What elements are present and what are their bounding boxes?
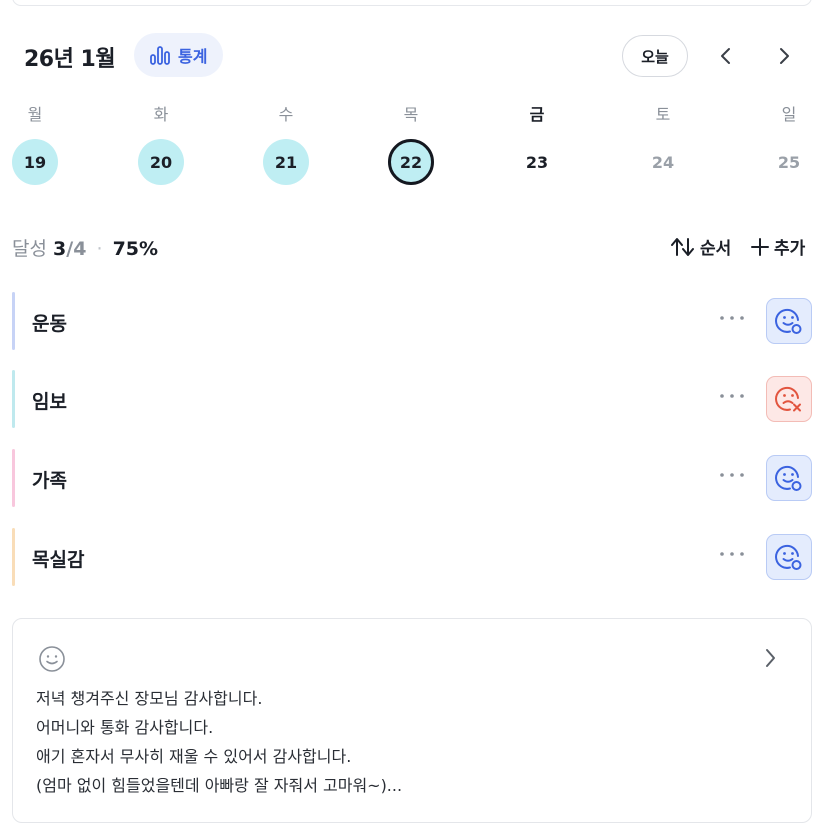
day-cell[interactable]: 24 (640, 139, 686, 185)
smile-check-icon (775, 544, 802, 570)
weekday-label: 화 (153, 105, 169, 124)
journal-line: (엄마 없이 힘들었을텐데 아빠랑 잘 자줘서 고마워~)... (36, 776, 403, 795)
day-cell-today[interactable]: 23 (514, 139, 560, 185)
habit-color-bar (12, 449, 15, 507)
achievement-summary: 달성 3/4 · 75% (12, 234, 158, 261)
gratitude-journal-card[interactable]: 저녁 챙겨주신 장모님 감사합니다. 어머니와 통화 감사합니다. 애기 혼자서… (12, 618, 812, 823)
habit-name: 목실감 (32, 549, 85, 571)
journal-line: 저녁 챙겨주신 장모님 감사합니다. (36, 689, 263, 708)
summary-percent: 75% (112, 238, 159, 260)
reorder-button[interactable]: 순서 (670, 234, 731, 259)
prev-week-button[interactable] (712, 42, 740, 70)
reorder-label: 순서 (700, 239, 732, 259)
day-cell[interactable]: 21 (263, 139, 309, 185)
chevron-right-icon (780, 48, 789, 64)
mood-smile-icon (37, 644, 67, 678)
today-button[interactable]: 오늘 (622, 35, 688, 77)
more-dots-icon (720, 394, 744, 398)
day-cell[interactable]: 25 (766, 139, 812, 185)
habit-more-button[interactable] (718, 304, 746, 332)
habit-name: 임보 (32, 391, 67, 413)
journal-text: 저녁 챙겨주신 장모님 감사합니다. 어머니와 통화 감사합니다. 애기 혼자서… (36, 684, 402, 800)
summary-prefix: 달성 (12, 238, 47, 260)
habit-color-bar (12, 370, 15, 428)
weekday-label: 일 (781, 105, 797, 124)
more-dots-icon (720, 316, 744, 320)
day-cell[interactable]: 20 (138, 139, 184, 185)
habit-status-button[interactable] (766, 298, 812, 344)
add-label: 추가 (774, 239, 806, 259)
day-cell[interactable]: 19 (12, 139, 58, 185)
journal-line: 어머니와 통화 감사합니다. (36, 718, 214, 737)
weekday-label: 목 (403, 105, 419, 124)
calendar-header: 26년 1월 통계 오늘 (0, 32, 827, 78)
more-dots-icon (720, 473, 744, 477)
habit-more-button[interactable] (718, 382, 746, 410)
weekday-label: 금 (529, 105, 545, 124)
plus-icon (751, 237, 769, 256)
weekday-label: 월 (27, 105, 43, 124)
previous-card-edge (12, 0, 812, 6)
habit-more-button[interactable] (718, 540, 746, 568)
bar-chart-icon (150, 46, 170, 65)
chevron-right-icon[interactable] (761, 647, 779, 673)
weekday-label: 토 (655, 105, 671, 124)
habit-row[interactable]: 가족 (12, 449, 812, 507)
habit-color-bar (12, 528, 15, 586)
habit-name: 가족 (32, 470, 67, 492)
smile-check-icon (775, 308, 802, 334)
summary-separator: · (96, 238, 103, 260)
habit-status-button[interactable] (766, 455, 812, 501)
month-title: 26년 1월 (24, 47, 116, 72)
add-habit-button[interactable]: 추가 (750, 234, 805, 259)
habit-color-bar (12, 292, 15, 350)
stats-label: 통계 (178, 47, 208, 66)
habit-row[interactable]: 목실감 (12, 528, 812, 586)
smile-check-icon (775, 465, 802, 491)
weekday-label: 수 (278, 105, 294, 124)
sort-arrows-icon (671, 237, 694, 256)
journal-line: 애기 혼자서 무사히 재울 수 있어서 감사합니다. (36, 747, 352, 766)
habit-status-button[interactable] (766, 534, 812, 580)
habit-name: 운동 (32, 313, 67, 335)
more-dots-icon (720, 552, 744, 556)
habit-row[interactable]: 임보 (12, 370, 812, 428)
habit-row[interactable]: 운동 (12, 292, 812, 350)
sad-x-icon (775, 386, 801, 412)
habit-more-button[interactable] (718, 461, 746, 489)
summary-done-count: 3 (53, 238, 67, 260)
chevron-left-icon (721, 48, 730, 64)
summary-total: /4 (66, 238, 87, 260)
stats-button[interactable]: 통계 (134, 33, 224, 77)
day-cell-selected[interactable]: 22 (388, 139, 434, 185)
next-week-button[interactable] (770, 42, 798, 70)
habit-status-button[interactable] (766, 376, 812, 422)
